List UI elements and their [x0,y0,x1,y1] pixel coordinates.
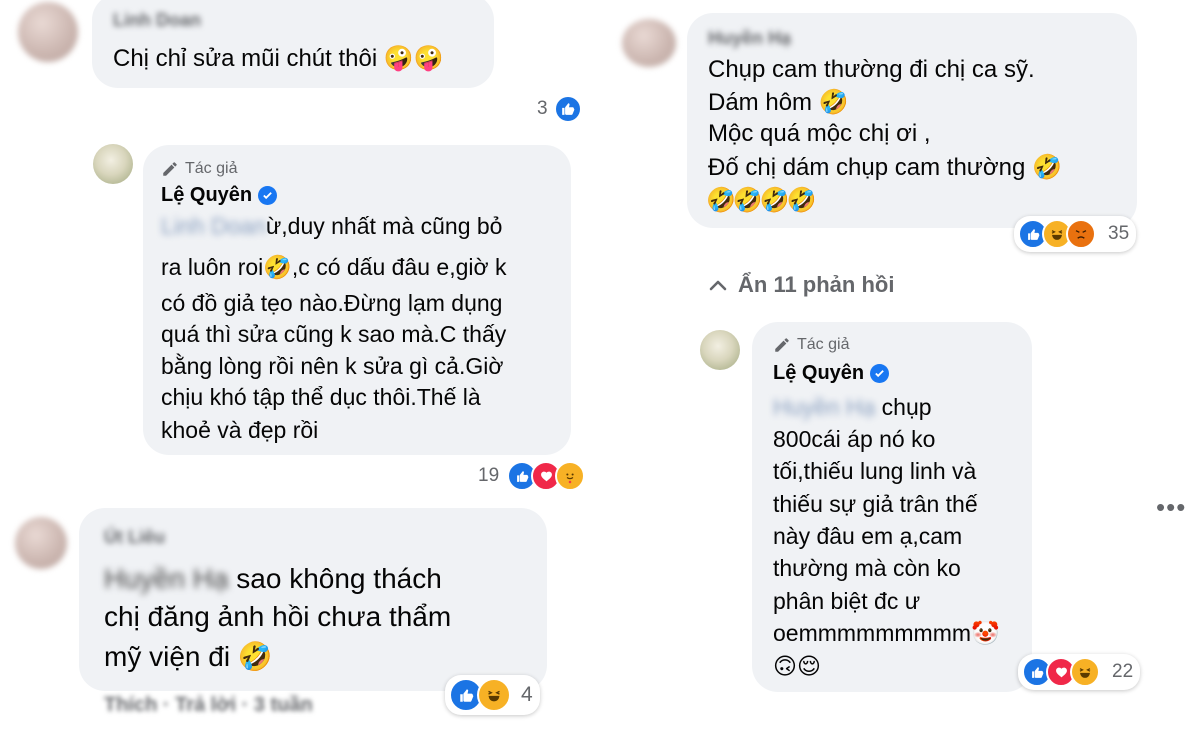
reaction-summary[interactable]: 4 [445,675,540,715]
reaction-summary[interactable]: 35 [1014,216,1137,252]
comment-actions[interactable]: Thích · Trả lời · 3 tuần [104,694,313,717]
reaction-count: 19 [478,465,500,486]
comment-text-line: 🤣🤣🤣🤣 [706,187,817,214]
angry-reaction-icon [1066,219,1096,249]
author-avatar[interactable] [700,330,740,370]
reply-text-line: oemmmmmmmmm🤡 [773,620,1000,646]
author-badge-label: Tác giả [797,336,850,353]
pen-icon [163,162,177,176]
mention-link[interactable]: Linh Doan [161,213,266,239]
reply-text-line: có đồ giả tẹo nào.Đừng lạm dụng [161,290,503,316]
author-name-label: Lệ Quyên [773,362,865,384]
author-name[interactable]: Lệ Quyên [161,184,278,207]
like-reaction-icon [553,95,582,123]
author-badge: Tác giả [161,160,237,178]
verified-icon [870,364,890,383]
comment-text-line: Đố chị dám chụp cam thường 🤣 [708,154,1062,181]
reply-text-line: quá thì sửa cũng k sao mà.C thấy [161,321,507,347]
reply-text-line: phân biệt đc ư [773,588,921,614]
reply-text-line: khoẻ và đẹp rồi [161,417,319,443]
reply-text: chụp [875,394,932,420]
reply-text-line: thiếu sự giả trân thế [773,491,978,517]
reply-text-line: 800cái áp nó ko [773,426,936,452]
reply-text-line: bằng lòng rồi nên k sửa gì cả.Giờ [161,353,504,379]
like-count[interactable]: 3 [537,95,582,123]
reply-text-line: ra luôn roi🤣,c có dấu đâu e,giờ k [161,254,507,280]
more-options-icon[interactable]: ••• [1156,492,1186,523]
comment-text-line: Mộc quá mộc chị ơi , [708,120,931,147]
commenter-name[interactable]: Út Liêu [104,527,165,548]
author-avatar[interactable] [93,144,133,184]
reply-text-line: 🙃😌 [773,653,821,679]
reply-text-line: thường mà còn ko [773,555,961,581]
author-name[interactable]: Lệ Quyên [773,362,890,385]
reaction-summary[interactable]: 22 [1018,654,1141,690]
care-reaction-icon [555,461,586,491]
mention-link[interactable]: Huyền Hạ [104,563,229,594]
avatar[interactable] [622,19,676,67]
avatar[interactable] [18,2,78,62]
commenter-name[interactable]: Linh Doan [113,10,201,31]
chevron-up-icon [709,280,727,291]
comment-text-line: Chụp cam thường đi chị ca sỹ. [708,56,1035,83]
pen-icon [775,338,789,352]
mention-link[interactable]: Huyền Hạ [773,394,875,420]
reply-text-line: Huyền Hạ chụp [773,394,932,421]
avatar[interactable] [15,517,67,569]
reply-text: ừ,duy nhất mà cũng bỏ [265,213,503,239]
reaction-count: 35 [1108,223,1130,244]
hide-replies-label: Ẩn 11 phản hồi [738,272,895,297]
reply-text-line: này đâu em ạ,cam [773,523,963,549]
author-badge: Tác giả [773,336,849,354]
hide-replies-toggle[interactable]: Ẩn 11 phản hồi [708,272,894,298]
reply-text-line: Linh Doanừ,duy nhất mà cũng bỏ [161,213,502,240]
verified-icon [258,186,278,205]
comment-text: sao không thách [228,563,442,594]
comment-text-line: Huyền Hạ sao không thách [104,563,442,595]
comment-text: Chị chỉ sửa mũi chút thôi 🤪🤪 [113,45,444,72]
reply-text-line: tối,thiếu lung linh và [773,458,977,484]
reaction-count: 4 [521,683,533,706]
reaction-count: 3 [537,98,548,119]
author-name-label: Lệ Quyên [161,184,253,206]
comment-text-line: Dám hôm 🤣 [708,89,849,116]
commenter-name[interactable]: Huyền Hạ [708,28,791,49]
comment-text-line: chị đăng ảnh hồi chưa thẩm [104,601,452,632]
comment-text-line: mỹ viện đi 🤣 [104,641,273,672]
reaction-summary[interactable]: 19 [478,461,586,491]
reaction-count: 22 [1112,661,1134,682]
reply-text-line: chịu khó tập thể dục thôi.Thế là [161,384,481,410]
haha-reaction-icon [477,678,511,712]
author-badge-label: Tác giả [185,160,238,177]
haha-reaction-icon [1070,657,1100,687]
